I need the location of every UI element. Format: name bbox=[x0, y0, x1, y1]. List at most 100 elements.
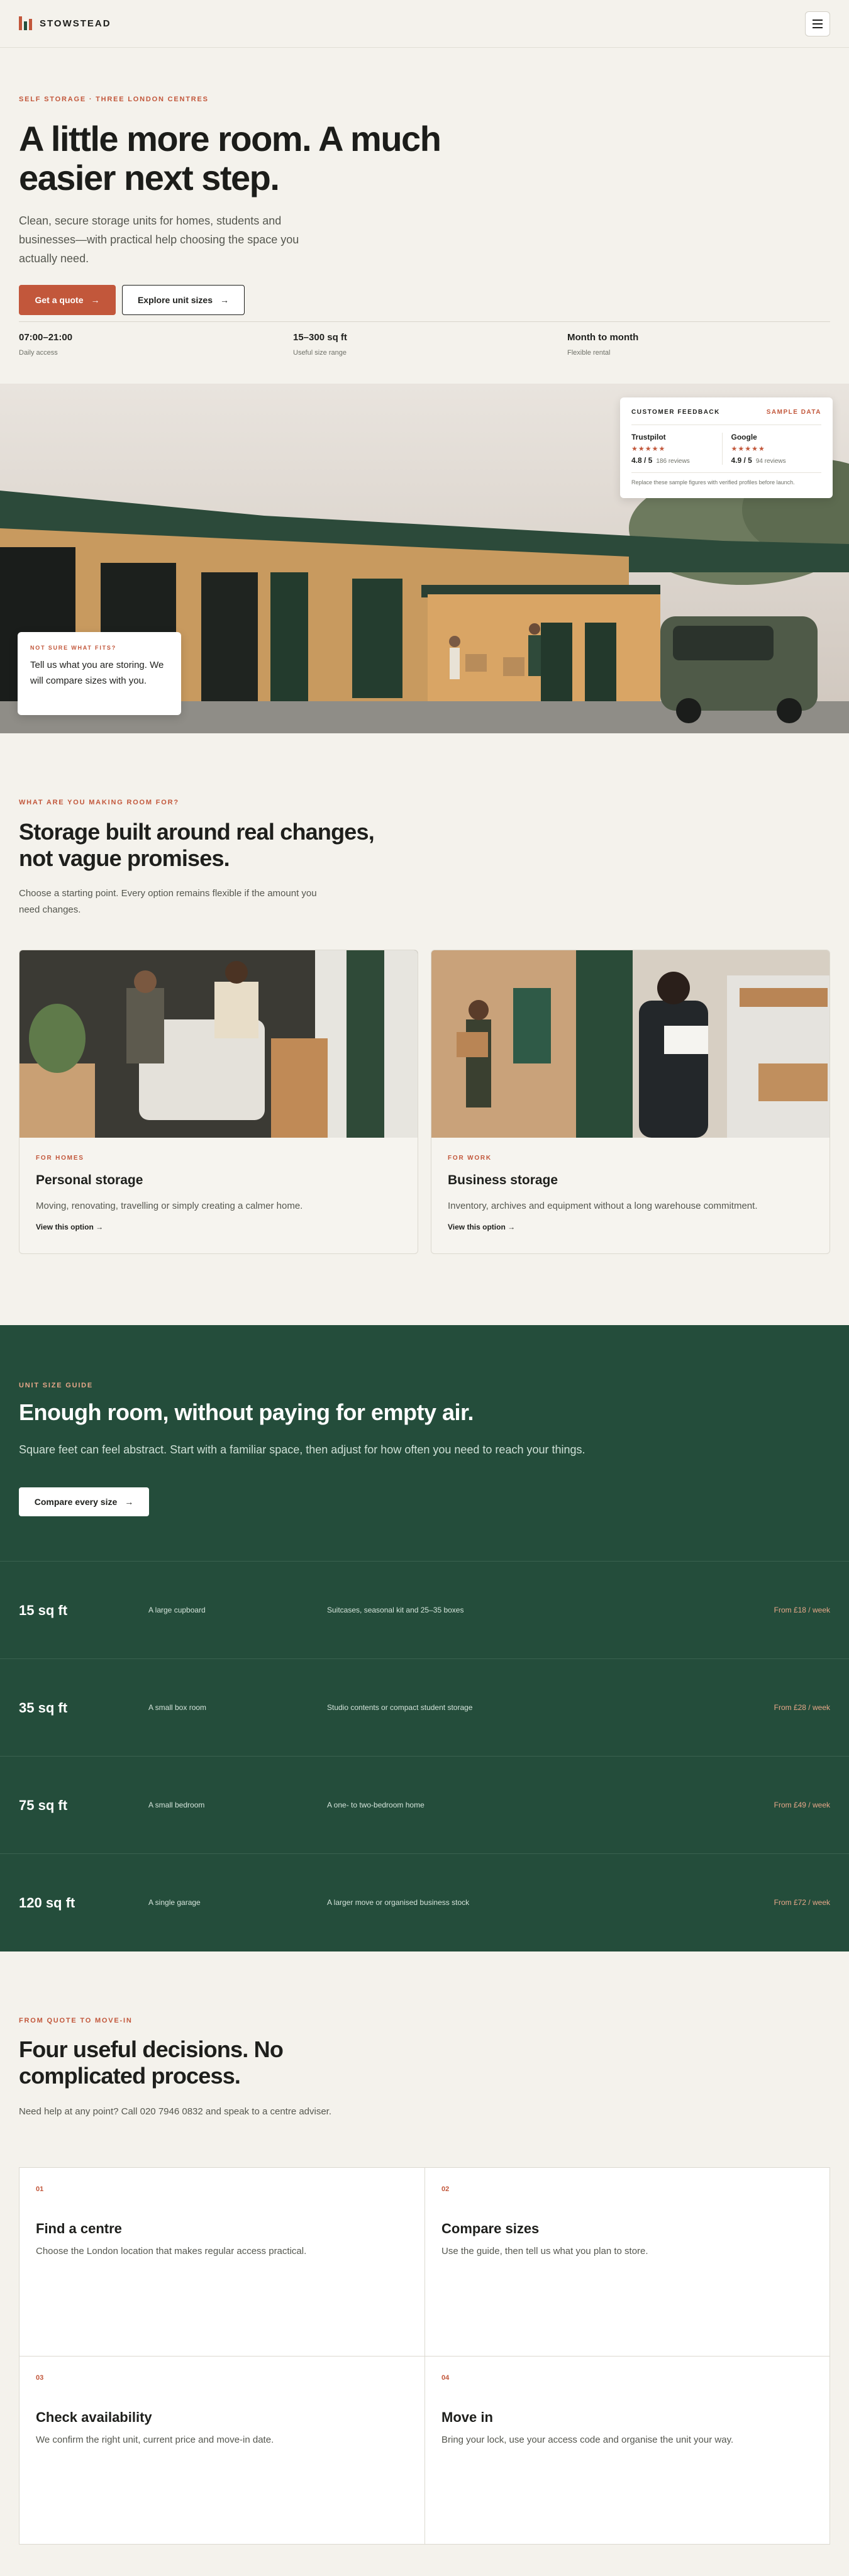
steps-subtitle: Need help at any point? Call 020 7946 08… bbox=[19, 2106, 332, 2117]
review-count: 94 reviews bbox=[755, 458, 786, 465]
step-title: Find a centre bbox=[36, 2221, 122, 2236]
feedback-source-google: Google ★★★★★ 4.9 / 5 94 reviews bbox=[721, 433, 822, 465]
compare-sizes-button[interactable]: Compare every size → bbox=[19, 1487, 149, 1516]
steps-grid: 01 Find a centre Choose the London locat… bbox=[19, 2167, 830, 2545]
size-comparison: A small box room bbox=[148, 1703, 207, 1712]
step-description: We confirm the right unit, current price… bbox=[36, 2434, 274, 2445]
feedback-sources: Trustpilot ★★★★★ 4.8 / 5 186 reviews Goog… bbox=[631, 425, 821, 473]
hero-subtitle: Clean, secure storage units for homes, s… bbox=[19, 214, 299, 265]
explore-sizes-label: Explore unit sizes bbox=[137, 295, 213, 305]
feedback-note: Replace these sample figures with verifi… bbox=[631, 479, 795, 486]
feedback-header: CUSTOMER FEEDBACK SAMPLE DATA bbox=[631, 409, 821, 416]
step-number: 04 bbox=[441, 2374, 450, 2382]
needs-title: Storage built around real changes, not v… bbox=[19, 819, 375, 871]
step-find-centre: 01 Find a centre Choose the London locat… bbox=[19, 2168, 425, 2357]
arrow-right-icon: → bbox=[125, 1497, 134, 1507]
site-header: STOWSTEAD bbox=[0, 0, 849, 48]
brand-name: STOWSTEAD bbox=[40, 18, 111, 29]
size-fits: Studio contents or compact student stora… bbox=[327, 1703, 473, 1712]
source-name: Trustpilot bbox=[631, 433, 666, 441]
size-title: Enough room, without paying for empty ai… bbox=[19, 1399, 474, 1425]
star-rating-icon: ★★★★★ bbox=[731, 445, 765, 453]
view-option-link[interactable]: View this option → bbox=[36, 1223, 401, 1231]
source-name: Google bbox=[731, 433, 757, 441]
help-text: Tell us what you are storing. We will co… bbox=[30, 660, 164, 686]
hamburger-menu-icon bbox=[813, 19, 823, 21]
step-compare-sizes: 02 Compare sizes Use the guide, then tel… bbox=[425, 2168, 830, 2357]
size-eyebrow: UNIT SIZE GUIDE bbox=[19, 1382, 94, 1389]
stat-label: Daily access bbox=[19, 349, 58, 357]
menu-button[interactable] bbox=[805, 11, 830, 36]
unit-size-guide-section: UNIT SIZE GUIDE Enough room, without pay… bbox=[0, 1325, 849, 1951]
size-comparison: A large cupboard bbox=[148, 1606, 206, 1614]
size-value: 35 sq ft bbox=[19, 1700, 68, 1716]
get-quote-button[interactable]: Get a quote → bbox=[19, 285, 116, 315]
size-price: From £49 / week bbox=[774, 1801, 830, 1809]
source-score: 4.9 / 5 94 reviews bbox=[731, 456, 786, 465]
size-price: From £72 / week bbox=[774, 1898, 830, 1907]
compare-sizes-label: Compare every size bbox=[34, 1497, 118, 1507]
card-body: FOR HOMES Personal storage Moving, renov… bbox=[36, 1155, 401, 1231]
size-row[interactable]: 120 sq ft A single garage A larger move … bbox=[0, 1853, 849, 1951]
step-description: Bring your lock, use your access code an… bbox=[441, 2434, 734, 2445]
step-check-availability: 03 Check availability We confirm the rig… bbox=[19, 2356, 425, 2545]
steps-title: Four useful decisions. No complicated pr… bbox=[19, 2036, 284, 2089]
size-subtitle: Square feet can feel abstract. Start wit… bbox=[19, 1443, 585, 1456]
help-card[interactable]: NOT SURE WHAT FITS? Tell us what you are… bbox=[18, 632, 181, 715]
hero-title: A little more room. A much easier next s… bbox=[19, 119, 441, 197]
size-price: From £18 / week bbox=[774, 1606, 830, 1614]
needs-subtitle: Choose a starting point. Every option re… bbox=[19, 888, 317, 915]
get-quote-label: Get a quote bbox=[35, 295, 84, 305]
stat-label: Flexible rental bbox=[567, 349, 611, 357]
hero-stats: 07:00–21:00 Daily access 15–300 sq ft Us… bbox=[19, 321, 830, 357]
customer-feedback-card: CUSTOMER FEEDBACK SAMPLE DATA Trustpilot… bbox=[620, 397, 833, 498]
card-body: FOR WORK Business storage Inventory, arc… bbox=[448, 1155, 813, 1231]
step-number: 03 bbox=[36, 2374, 44, 2382]
step-number: 02 bbox=[441, 2185, 450, 2193]
size-price: From £28 / week bbox=[774, 1703, 830, 1712]
card-title: Business storage bbox=[448, 1173, 558, 1187]
stat-label: Useful size range bbox=[293, 349, 347, 357]
size-value: 120 sq ft bbox=[19, 1895, 75, 1911]
step-title: Check availability bbox=[36, 2409, 152, 2425]
explore-sizes-button[interactable]: Explore unit sizes → bbox=[122, 285, 245, 315]
personal-storage-photo bbox=[19, 950, 418, 1138]
feedback-title: CUSTOMER FEEDBACK bbox=[631, 409, 720, 416]
size-row[interactable]: 35 sq ft A small box room Studio content… bbox=[0, 1658, 849, 1756]
feedback-source-trustpilot: Trustpilot ★★★★★ 4.8 / 5 186 reviews bbox=[631, 433, 722, 465]
review-count: 186 reviews bbox=[656, 458, 690, 465]
view-option-link[interactable]: View this option → bbox=[448, 1223, 813, 1231]
arrow-right-icon: → bbox=[220, 295, 230, 305]
step-description: Choose the London location that makes re… bbox=[36, 2246, 307, 2257]
stat-value: 07:00–21:00 bbox=[19, 332, 73, 343]
size-fits: Suitcases, seasonal kit and 25–35 boxes bbox=[327, 1606, 464, 1614]
size-fits: A larger move or organised business stoc… bbox=[327, 1898, 470, 1907]
card-title: Personal storage bbox=[36, 1173, 143, 1187]
business-storage-card[interactable]: FOR WORK Business storage Inventory, arc… bbox=[431, 950, 830, 1254]
stat-value: Month to month bbox=[567, 332, 639, 343]
size-comparison: A small bedroom bbox=[148, 1801, 205, 1809]
size-value: 15 sq ft bbox=[19, 1602, 68, 1618]
size-comparison: A single garage bbox=[148, 1898, 201, 1907]
card-description: Inventory, archives and equipment withou… bbox=[448, 1201, 758, 1211]
card-eyebrow: FOR HOMES bbox=[36, 1155, 84, 1162]
source-score: 4.8 / 5 186 reviews bbox=[631, 456, 690, 465]
step-description: Use the guide, then tell us what you pla… bbox=[441, 2246, 648, 2257]
needs-eyebrow: WHAT ARE YOU MAKING ROOM FOR? bbox=[19, 799, 179, 806]
brand-logo[interactable]: STOWSTEAD bbox=[19, 16, 111, 30]
stat-value: 15–300 sq ft bbox=[293, 332, 347, 343]
size-row[interactable]: 75 sq ft A small bedroom A one- to two-b… bbox=[0, 1756, 849, 1853]
personal-storage-card[interactable]: FOR HOMES Personal storage Moving, renov… bbox=[19, 950, 418, 1254]
logo-mark-icon bbox=[19, 16, 32, 30]
hero-eyebrow: SELF STORAGE · THREE LONDON CENTRES bbox=[19, 96, 209, 103]
size-value: 75 sq ft bbox=[19, 1797, 68, 1813]
business-storage-photo bbox=[431, 950, 830, 1138]
card-description: Moving, renovating, travelling or simply… bbox=[36, 1201, 303, 1211]
size-row[interactable]: 15 sq ft A large cupboard Suitcases, sea… bbox=[0, 1561, 849, 1658]
step-number: 01 bbox=[36, 2185, 44, 2193]
stat-rental: Month to month Flexible rental bbox=[567, 332, 638, 357]
step-move-in: 04 Move in Bring your lock, use your acc… bbox=[425, 2356, 830, 2545]
size-fits: A one- to two-bedroom home bbox=[327, 1801, 425, 1809]
arrow-right-icon: → bbox=[91, 295, 100, 305]
card-eyebrow: FOR WORK bbox=[448, 1155, 492, 1162]
